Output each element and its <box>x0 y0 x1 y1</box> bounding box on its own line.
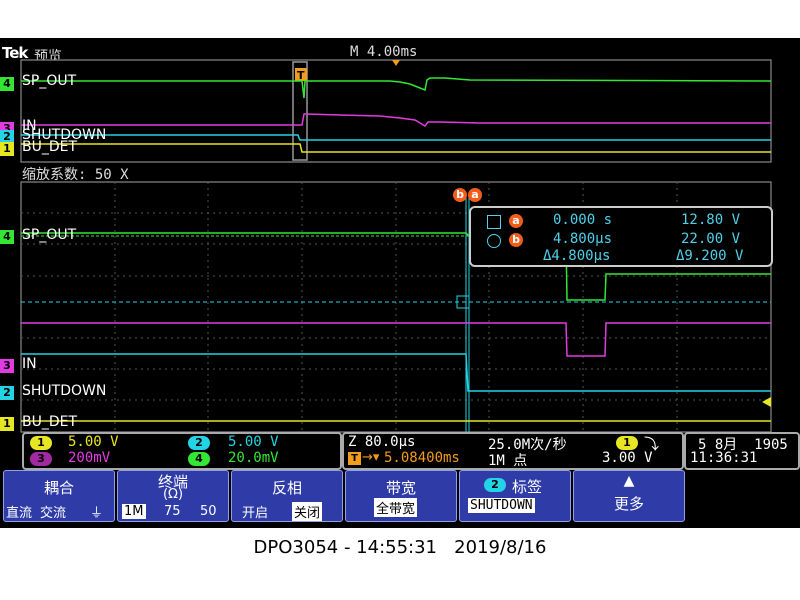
ch1-badge: 1 <box>0 417 14 431</box>
cursor-b-icon: b <box>509 233 523 247</box>
trigger-position: 5.08400ms <box>384 450 460 466</box>
cursor-b-time: 4.800µs <box>553 231 613 247</box>
cursor-a-time: 0.000 s <box>553 212 613 228</box>
ch2-scale-badge: 2 <box>188 436 210 450</box>
cursor-delta-volt: Δ9.200 V <box>676 248 744 264</box>
bandwidth-title: 带宽 <box>385 479 416 497</box>
ch4-scale: 20.0mV <box>228 450 279 466</box>
cursor-b-marker[interactable]: b <box>453 188 467 202</box>
oscilloscope-screen: Tek 预览 M 4.00ms T 4 SP_OUT 3 IN 2 SHUTDO… <box>0 38 800 528</box>
ch3-badge: 3 <box>0 359 14 373</box>
ch3-scale-badge: 3 <box>30 452 52 466</box>
trigger-pos-icon: T <box>348 452 361 465</box>
termination-button[interactable]: 终端 (Ω) 1M 75 50 <box>117 470 229 522</box>
cursor-a-icon: a <box>509 214 523 228</box>
circle-cursor-icon <box>487 234 501 248</box>
cursor-b-volt: 22.00 V <box>681 231 741 247</box>
term-75[interactable]: 75 <box>164 504 181 519</box>
ground-icon[interactable]: ⏚ <box>90 502 103 521</box>
bandwidth-button[interactable]: 带宽 全带宽 <box>345 470 457 522</box>
trigger-level: 3.00 V <box>602 450 653 466</box>
term-1m[interactable]: 1M <box>122 504 146 519</box>
termination-unit: (Ω) <box>162 487 184 502</box>
coupling-ac[interactable]: 交流 <box>40 502 66 521</box>
arrow-right-icon: →▾ <box>362 450 380 465</box>
coupling-dc[interactable]: 直流 <box>6 502 32 521</box>
ch3-label: IN <box>22 356 37 372</box>
ch4-label: SP_OUT <box>22 227 77 243</box>
label-button[interactable]: 2 标签 SHUTDOWN <box>459 470 571 522</box>
label-value: SHUTDOWN <box>468 498 535 513</box>
datetime-panel: 5 8月 1905 11:36:31 <box>684 432 800 470</box>
square-cursor-icon <box>487 215 501 229</box>
arrow-up-icon: ▲ <box>623 473 635 489</box>
more-title: 更多 <box>613 495 644 513</box>
ch1-label: BU_DET <box>22 414 78 430</box>
horizontal-trigger-panel[interactable]: Z 80.0µs 25.0M次/秒 T →▾ 5.08400ms 1M 点 1 … <box>342 432 684 470</box>
label-title: 标签 <box>512 478 543 496</box>
ch4-badge: 4 <box>0 230 14 244</box>
time-display: 11:36:31 <box>690 450 758 466</box>
ch3-scale: 200mV <box>68 450 111 466</box>
invert-title: 反相 <box>271 479 302 497</box>
coupling-button[interactable]: 耦合 直流 交流 ⏚ <box>3 470 115 522</box>
ch1-scale: 5.00 V <box>68 434 119 450</box>
cursor-a-volt: 12.80 V <box>681 212 741 228</box>
ch2-scale: 5.00 V <box>228 434 279 450</box>
record-length: 1M 点 <box>488 453 528 469</box>
cursor-readout: a 0.000 s 12.80 V b 4.800µs 22.00 V Δ4.8… <box>469 206 773 267</box>
cursor-a-marker[interactable]: a <box>468 188 482 202</box>
ch4-scale-badge: 4 <box>188 452 210 466</box>
cursor-delta-time: Δ4.800µs <box>543 248 611 264</box>
coupling-title: 耦合 <box>43 479 74 497</box>
invert-on[interactable]: 开启 <box>242 502 268 521</box>
label-ch2-badge: 2 <box>484 478 506 492</box>
ch2-badge: 2 <box>0 386 14 400</box>
ch1-scale-badge: 1 <box>30 436 52 450</box>
more-button[interactable]: ▲ 更多 <box>573 470 685 522</box>
term-50[interactable]: 50 <box>200 504 217 519</box>
invert-button[interactable]: 反相 开启 关闭 <box>231 470 343 522</box>
trigger-source-badge: 1 <box>616 436 638 450</box>
invert-off[interactable]: 关闭 <box>292 502 323 521</box>
ch2-label: SHUTDOWN <box>22 383 107 399</box>
zoom-timebase: Z 80.0µs <box>348 434 416 450</box>
screenshot-caption: DPO3054 - 14:55:31 2019/8/16 <box>253 537 547 558</box>
channel-scale-panel[interactable]: 1 5.00 V 2 5.00 V 3 200mV 4 20.0mV <box>22 432 342 470</box>
bandwidth-value: 全带宽 <box>374 498 418 517</box>
